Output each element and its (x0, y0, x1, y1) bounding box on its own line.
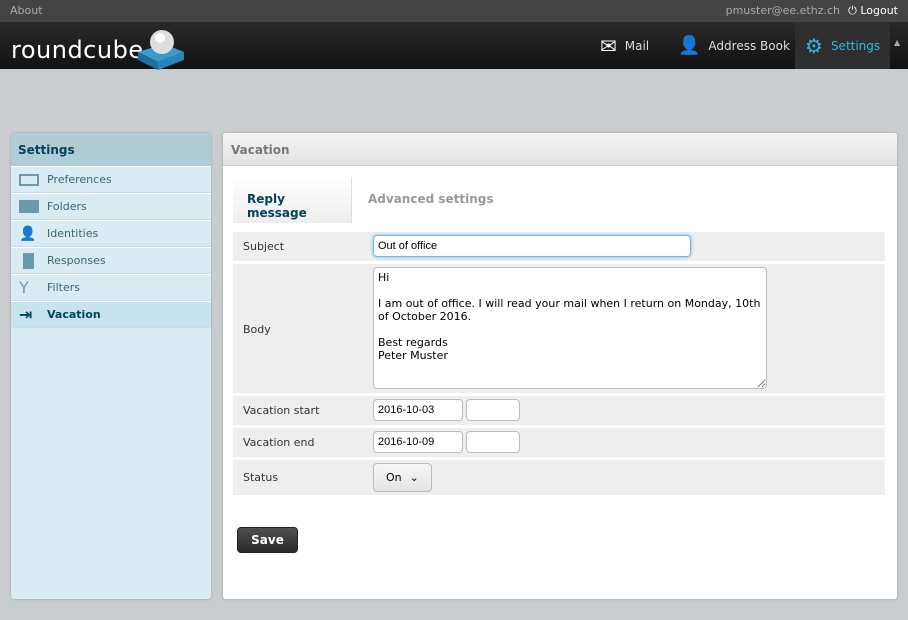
panel-title: Vacation (223, 133, 897, 166)
nav-settings[interactable]: ⚙ Settings (795, 22, 890, 69)
header: roundcube ✉ Mail 👤 Address Book ⚙ Settings … (0, 22, 908, 70)
start-time-input[interactable] (466, 399, 520, 421)
vacation-panel: Vacation Reply message Advanced settings… (223, 133, 897, 599)
person-icon: 👤 (678, 35, 701, 56)
sidebar-item-identities[interactable]: 👤 Identities (11, 220, 211, 247)
subject-input[interactable] (373, 235, 691, 257)
gear-icon: ⚙ (805, 33, 823, 58)
user-email: pmuster@ee.ethz.ch (725, 4, 840, 17)
top-bar: About pmuster@ee.ethz.ch ⏻ Logout (0, 0, 908, 22)
body-label: Body (243, 323, 271, 336)
logout-link[interactable]: ⏻ Logout (848, 4, 898, 18)
vacation-end-label: Vacation end (243, 436, 315, 449)
status-label: Status (243, 471, 279, 484)
envelope-icon: ✉ (600, 33, 617, 58)
document-icon (23, 252, 34, 269)
subject-row: Subject (233, 232, 885, 261)
nav-address-book[interactable]: 👤 Address Book (668, 22, 800, 69)
vacation-end-row: Vacation end (233, 428, 885, 457)
tab-reply-message[interactable]: Reply message (233, 177, 352, 223)
filter-icon: Y (19, 277, 29, 297)
body-textarea[interactable]: Hi I am out of office. I will read your … (373, 267, 767, 389)
exit-icon: ⇥ (19, 304, 33, 324)
sidebar-item-vacation[interactable]: ⇥ Vacation (11, 301, 211, 328)
person-icon: 👤 (19, 225, 37, 242)
power-icon: ⏻ (848, 4, 861, 17)
start-date-input[interactable] (373, 399, 463, 421)
chevron-down-icon: ⌄ (409, 471, 419, 484)
end-time-input[interactable] (466, 431, 520, 453)
status-select[interactable]: On ⌄ (373, 463, 432, 492)
body-row: Body Hi I am out of office. I will read … (233, 264, 885, 393)
end-date-input[interactable] (373, 431, 463, 453)
tab-advanced-settings[interactable]: Advanced settings (354, 177, 508, 223)
collapse-header-icon[interactable]: ▲ (894, 38, 900, 47)
laptop-icon (19, 173, 39, 186)
sidebar-item-preferences[interactable]: Preferences (11, 166, 211, 193)
sidebar-title: Settings (11, 133, 211, 166)
sidebar-item-responses[interactable]: Responses (11, 247, 211, 274)
save-button[interactable]: Save (237, 527, 298, 553)
sidebar-item-filters[interactable]: Y Filters (11, 274, 211, 301)
sidebar-item-folders[interactable]: Folders (11, 193, 211, 220)
status-row: Status On ⌄ (233, 460, 885, 495)
subject-label: Subject (243, 240, 285, 253)
settings-sidebar: Settings Preferences Folders 👤 Identities… (11, 133, 211, 599)
vacation-start-row: Vacation start (233, 396, 885, 425)
folder-icon (19, 200, 39, 213)
vacation-start-label: Vacation start (243, 404, 320, 417)
roundcube-logo-icon (138, 30, 184, 70)
nav-mail[interactable]: ✉ Mail (590, 22, 659, 69)
about-link[interactable]: About (10, 4, 43, 17)
